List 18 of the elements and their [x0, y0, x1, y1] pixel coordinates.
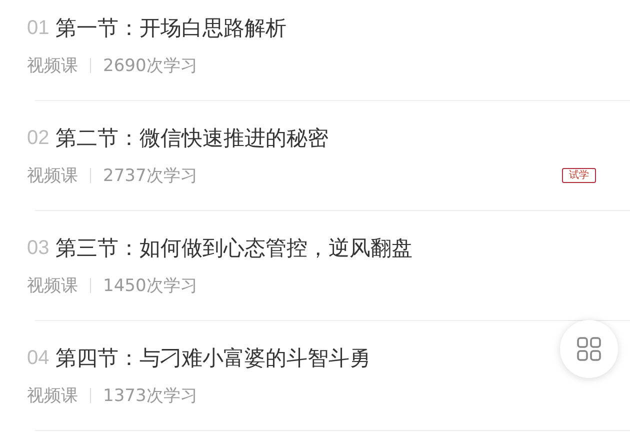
view-count: 1373次学习	[103, 384, 198, 406]
lesson-type: 视频课	[27, 384, 78, 406]
lesson-number: 01	[27, 16, 50, 40]
lesson-number: 03	[27, 236, 50, 260]
lesson-title[interactable]: 第三节：如何做到心态管控，逆风翻盘	[55, 234, 412, 262]
lesson-number: 04	[27, 346, 50, 370]
view-count: 1450次学习	[103, 274, 198, 296]
lesson-type: 视频课	[27, 274, 78, 296]
lesson-title[interactable]: 第二节：微信快速推进的秘密	[55, 124, 328, 152]
lesson-type: 视频课	[27, 54, 78, 76]
view-count: 2737次学习	[103, 164, 198, 186]
lesson-number: 02	[27, 126, 50, 150]
lesson-title[interactable]: 第一节：开场白思路解析	[55, 14, 286, 42]
grid-icon	[577, 337, 601, 361]
view-count: 2690次学习	[103, 54, 198, 76]
trial-tag: 试学	[562, 168, 596, 182]
lesson-title[interactable]: 第四节：与刁难小富婆的斗智斗勇	[55, 344, 370, 372]
lesson-type: 视频课	[27, 164, 78, 186]
